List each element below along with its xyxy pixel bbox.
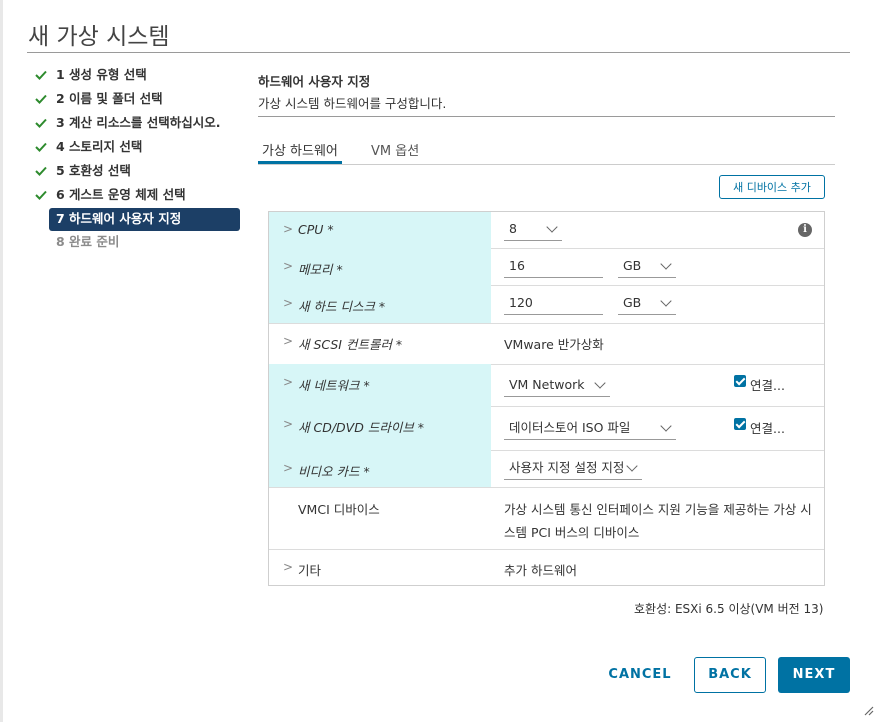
section-subtitle: 가상 시스템 하드웨어를 구성합니다. [258, 96, 447, 111]
section-title: 하드웨어 사용자 지정 [258, 74, 371, 89]
new-vm-dialog: 새 가상 시스템 1 생성 유형 선택 2 이름 및 폴더 선택 3 계산 리소… [0, 0, 879, 722]
check-icon [35, 70, 47, 80]
memory-input[interactable]: 16 [504, 257, 603, 278]
step-2[interactable]: 2 이름 및 폴더 선택 [28, 88, 240, 112]
add-new-device-button[interactable]: 새 디바이스 추가 [719, 175, 825, 199]
chevron-right-icon[interactable]: > [283, 417, 293, 431]
tab-vm-options[interactable]: VM 옵션 [371, 140, 419, 159]
chevron-right-icon[interactable]: > [283, 296, 293, 310]
cd-dvd-connect-checkbox[interactable] [734, 418, 746, 430]
memory-label: 메모리 * [298, 262, 343, 277]
resize-handle-icon[interactable] [862, 704, 874, 716]
chevron-right-icon[interactable]: > [283, 461, 293, 475]
hardware-row-memory: > 메모리 * 16 GB [269, 248, 824, 286]
tab-virtual-hardware[interactable]: 가상 하드웨어 [262, 140, 338, 159]
check-icon [35, 190, 47, 200]
network-select[interactable]: VM Network [504, 376, 610, 397]
cpu-value: 8 [509, 221, 517, 236]
chevron-down-icon [660, 258, 672, 270]
step-label: 3 계산 리소스를 선택하십시오. [56, 115, 221, 130]
hardware-row-other: > 기타 추가 하드웨어 [269, 549, 824, 585]
chevron-right-icon[interactable]: > [283, 560, 293, 574]
back-button[interactable]: BACK [694, 657, 766, 693]
hardware-row-video-card: > 비디오 카드 * 사용자 지정 설정 지정 [269, 450, 824, 488]
cpu-select[interactable]: 8 [504, 220, 562, 241]
dialog-title: 새 가상 시스템 [28, 24, 170, 50]
check-icon [35, 166, 47, 176]
step-7-active[interactable]: 7 하드웨어 사용자 지정 [49, 208, 240, 231]
section-divider [258, 116, 835, 117]
video-card-value: 사용자 지정 설정 지정 [509, 460, 625, 475]
hardware-row-vmci: VMCI 디바이스 가상 시스템 통신 인터페이스 지원 기능을 제공하는 가상… [269, 487, 824, 550]
wizard-steps: 1 생성 유형 선택 2 이름 및 폴더 선택 3 계산 리소스를 선택하십시오… [28, 64, 240, 255]
network-connect-checkbox[interactable] [734, 375, 746, 387]
hard-disk-label: 새 하드 디스크 * [298, 299, 386, 314]
memory-unit-select[interactable]: GB [618, 257, 676, 278]
chevron-down-icon [626, 460, 638, 472]
check-icon [35, 142, 47, 152]
hardware-row-scsi-controller: > 새 SCSI 컨트롤러 * VMware 반가상화 [269, 323, 824, 365]
scsi-controller-value: VMware 반가상화 [504, 337, 604, 352]
step-5[interactable]: 5 호환성 선택 [28, 160, 240, 184]
step-label: 6 게스트 운영 체제 선택 [56, 187, 186, 202]
chevron-down-icon [660, 420, 672, 432]
scsi-controller-label: 새 SCSI 컨트롤러 * [298, 337, 403, 352]
row-label-cell [269, 487, 491, 549]
step-label: 4 스토리지 선택 [56, 139, 143, 154]
cd-dvd-label: 새 CD/DVD 드라이브 * [298, 420, 425, 435]
other-label: 기타 [298, 563, 322, 578]
video-card-label: 비디오 카드 * [298, 464, 370, 479]
hardware-row-hard-disk: > 새 하드 디스크 * 120 GB [269, 285, 824, 324]
hard-disk-unit-select[interactable]: GB [618, 294, 676, 315]
step-label: 1 생성 유형 선택 [56, 67, 147, 82]
compatibility-text: 호환성: ESXi 6.5 이상(VM 버전 13) [634, 602, 824, 616]
memory-value: 16 [509, 258, 525, 273]
vmci-label: VMCI 디바이스 [298, 502, 380, 517]
cpu-label: CPU * [298, 222, 334, 237]
network-connect-label: 연결... [750, 378, 785, 393]
step-4[interactable]: 4 스토리지 선택 [28, 136, 240, 160]
background-strip [0, 0, 3, 722]
next-button[interactable]: NEXT [778, 657, 850, 693]
step-6[interactable]: 6 게스트 운영 체제 선택 [28, 184, 240, 208]
chevron-right-icon[interactable]: > [283, 222, 293, 236]
cd-dvd-connect-label: 연결... [750, 421, 785, 436]
hardware-row-cd-dvd: > 새 CD/DVD 드라이브 * 데이터스토어 ISO 파일 연결... [269, 406, 824, 451]
hard-disk-input[interactable]: 120 [504, 294, 603, 315]
check-icon [35, 94, 47, 104]
other-value: 추가 하드웨어 [504, 563, 577, 578]
chevron-right-icon[interactable]: > [283, 259, 293, 273]
step-8: 8 완료 준비 [28, 231, 240, 255]
hard-disk-unit: GB [623, 295, 642, 310]
hard-disk-value: 120 [509, 295, 533, 310]
step-1[interactable]: 1 생성 유형 선택 [28, 64, 240, 88]
check-icon [35, 118, 47, 128]
chevron-down-icon [546, 221, 558, 233]
chevron-down-icon [660, 295, 672, 307]
title-divider [27, 52, 850, 53]
info-icon[interactable]: i [798, 223, 812, 237]
step-label: 2 이름 및 폴더 선택 [56, 91, 163, 106]
network-value: VM Network [509, 377, 585, 392]
cd-dvd-value: 데이터스토어 ISO 파일 [509, 420, 631, 435]
network-label: 새 네트워크 * [298, 378, 370, 393]
hardware-grid: > CPU * 8 i > 메모리 * 16 GB > 새 하드 디스크 * 1… [268, 211, 825, 586]
step-label: 8 완료 준비 [56, 234, 120, 249]
tab-bar: 가상 하드웨어 VM 옵션 [258, 136, 835, 165]
vmci-description-line-1: 가상 시스템 통신 인터페이스 지원 기능을 제공하는 가상 시 [504, 502, 812, 517]
step-3[interactable]: 3 계산 리소스를 선택하십시오. [28, 112, 240, 136]
active-tab-indicator [258, 161, 342, 164]
step-label: 7 하드웨어 사용자 지정 [56, 211, 182, 226]
chevron-down-icon [594, 377, 606, 389]
hardware-row-network: > 새 네트워크 * VM Network 연결... [269, 364, 824, 407]
vmci-description-line-2: 스템 PCI 버스의 디바이스 [504, 525, 640, 540]
video-card-select[interactable]: 사용자 지정 설정 지정 [504, 459, 642, 480]
cancel-button[interactable]: CANCEL [604, 657, 676, 693]
step-label: 5 호환성 선택 [56, 163, 131, 178]
memory-unit: GB [623, 258, 642, 273]
chevron-right-icon[interactable]: > [283, 334, 293, 348]
chevron-right-icon[interactable]: > [283, 375, 293, 389]
hardware-row-cpu: > CPU * 8 i [269, 212, 824, 249]
cd-dvd-select[interactable]: 데이터스토어 ISO 파일 [504, 419, 676, 440]
